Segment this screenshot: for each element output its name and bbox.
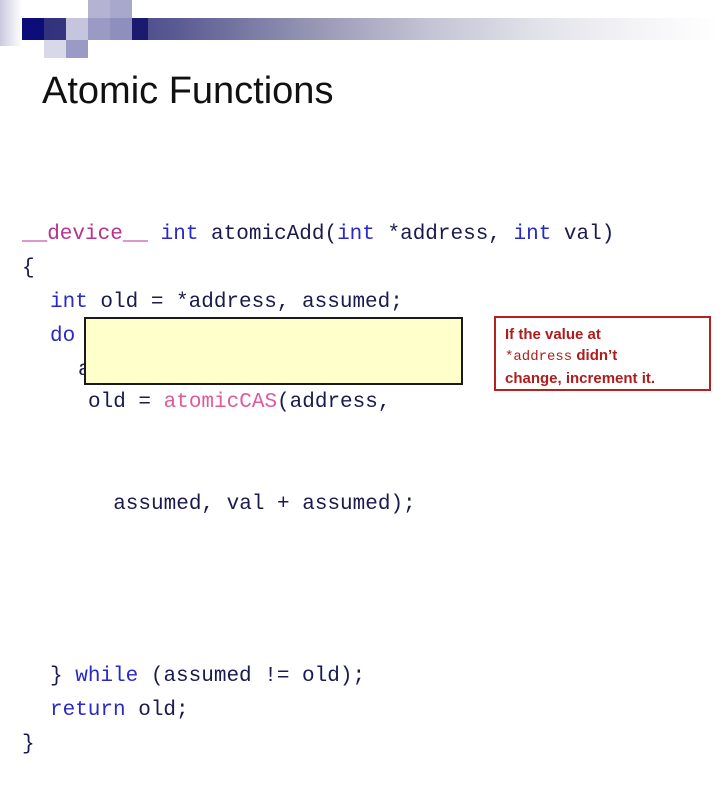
code-token: return xyxy=(50,699,126,722)
banner-square-light-1 xyxy=(88,0,110,18)
code-token: int xyxy=(50,291,88,314)
highlight-line-1: old = atomicCAS(address, xyxy=(88,386,468,420)
banner-square-light-4 xyxy=(44,40,66,58)
code-lines-tail: } while (assumed != old); return old;} xyxy=(22,660,720,762)
code-token: } xyxy=(22,733,35,756)
callout-line-2: *address didn’t xyxy=(505,345,709,368)
page-title: Atomic Functions xyxy=(42,70,334,112)
code-line-tail-2: return old; xyxy=(22,694,720,728)
code-token: *address, xyxy=(374,223,514,246)
code-token: __device__ xyxy=(22,223,149,246)
banner-square-navy-2 xyxy=(132,18,148,40)
code-token: (assumed != old); xyxy=(138,665,366,688)
banner-square-light-2 xyxy=(110,0,132,18)
banner-square-mid-3 xyxy=(66,40,88,58)
code-token: { xyxy=(22,257,35,280)
banner-square-mid-2 xyxy=(110,18,132,40)
code-token: old = *address, assumed; xyxy=(87,291,403,314)
code-line-3: int old = *address, assumed; xyxy=(22,286,720,320)
banner-square-fade xyxy=(0,0,22,46)
code-token: int xyxy=(160,223,199,246)
banner-square-white-1 xyxy=(44,0,66,18)
callout-box: If the value at *address didn’t change, … xyxy=(494,316,711,391)
code-line-spacer-highlight-2 xyxy=(22,558,720,592)
code-line-2: { xyxy=(22,252,720,286)
code-token: do xyxy=(50,325,76,348)
code-token: val) xyxy=(551,223,615,246)
banner-square-mid-1 xyxy=(88,18,110,40)
highlight-line1-suffix: (address, xyxy=(277,391,391,414)
callout-line2-bold: didn’t xyxy=(572,347,618,364)
banner-square-light-3 xyxy=(66,18,88,40)
code-token: int xyxy=(513,223,552,246)
code-token: old; xyxy=(125,699,189,722)
code-token: atomicAdd( xyxy=(198,223,338,246)
code-token: int xyxy=(337,223,375,246)
code-line-tail-1: } while (assumed != old); xyxy=(22,660,720,694)
slide-banner xyxy=(0,0,720,58)
callout-line-3: change, increment it. xyxy=(505,370,656,387)
highlight-line1-prefix: old = xyxy=(88,391,164,414)
code-line-tail-3: } xyxy=(22,728,720,762)
highlight-line-2: assumed, val + assumed); xyxy=(88,493,416,516)
banner-square-navy-accent xyxy=(22,18,44,40)
atomic-cas-token: atomicCAS xyxy=(163,391,278,414)
code-token: } xyxy=(50,665,76,688)
code-token: while xyxy=(75,665,139,688)
banner-square-white-2 xyxy=(110,40,132,50)
callout-line-1: If the value at xyxy=(505,326,601,343)
callout-address-token: *address xyxy=(505,349,573,365)
code-line-1: __device__ int atomicAdd(int *address, i… xyxy=(22,218,720,252)
highlight-code-text: old = atomicCAS(address, assumed, val + … xyxy=(88,318,468,516)
